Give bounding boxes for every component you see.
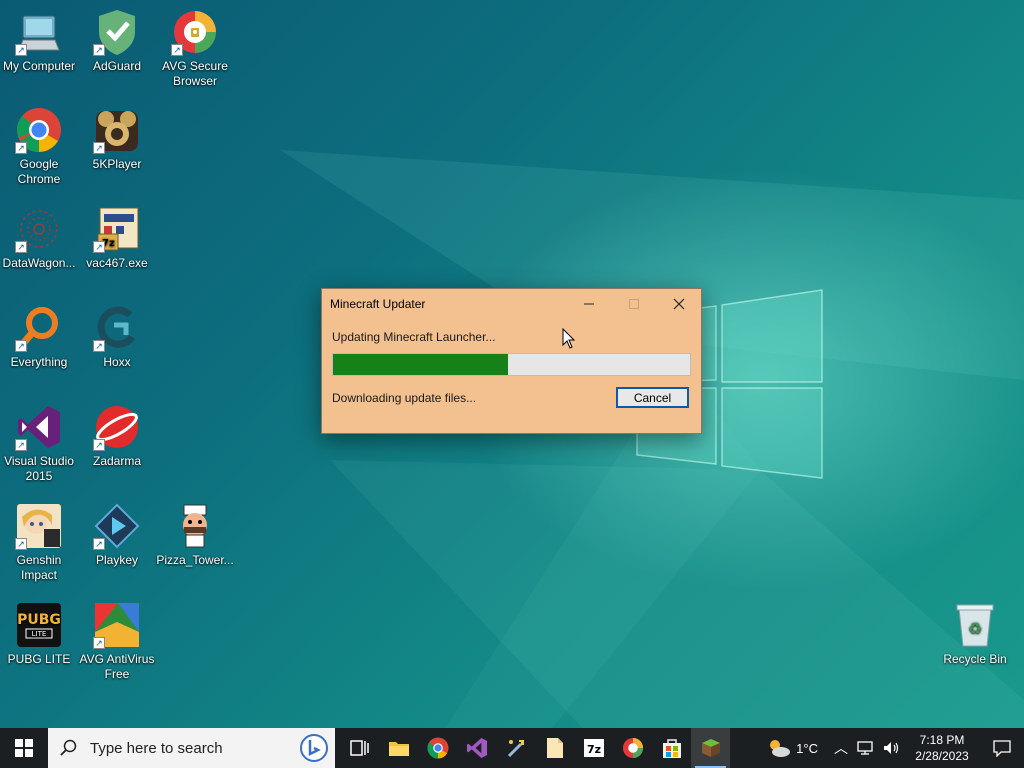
cancel-button[interactable]: Cancel: [616, 387, 689, 408]
dialog-titlebar[interactable]: Minecraft Updater: [322, 289, 701, 318]
progress-fill: [333, 354, 508, 375]
svg-text:7z: 7z: [586, 743, 600, 756]
desktop-icon-label: AdGuard: [92, 59, 142, 73]
datawagon-icon: ↗: [15, 205, 63, 253]
avg-antivirus-icon: ↗: [93, 601, 141, 649]
notification-center-button[interactable]: [980, 728, 1024, 768]
system-tray: 1°C ︿ 7:18 PM 2/28/2023: [766, 728, 1024, 768]
desktop-icon-label: My Computer: [2, 59, 76, 73]
search-placeholder: Type here to search: [90, 739, 223, 757]
chrome-taskbar-icon[interactable]: [418, 728, 457, 768]
maximize-icon: [628, 298, 639, 309]
maximize-button: [611, 289, 656, 318]
minimize-button[interactable]: [566, 289, 611, 318]
desktop-icon-label: Visual Studio 2015: [4, 454, 74, 483]
visual-studio-taskbar-icon[interactable]: [457, 728, 496, 768]
desktop-icon-vac467[interactable]: 7z ↗ vac467.exe: [78, 205, 156, 271]
notepad-icon[interactable]: [535, 728, 574, 768]
store-icon[interactable]: [652, 728, 691, 768]
dialog-title: Minecraft Updater: [330, 296, 426, 311]
desktop-icon-label: PUBG LITE: [7, 652, 71, 666]
show-hidden-icons-chevron-up-icon[interactable]: ︿: [834, 738, 848, 758]
svg-text:LITE: LITE: [32, 630, 47, 638]
desktop-icon-pubg-lite[interactable]: PUBG LITE PUBG LITE: [0, 601, 78, 667]
5kplayer-icon: ↗: [93, 106, 141, 154]
desktop-icon-label: AVG Secure Browser: [162, 59, 228, 88]
minimize-icon: [583, 303, 594, 304]
notification-icon: [993, 740, 1011, 757]
close-icon: [673, 298, 684, 309]
playkey-icon: ↗: [93, 502, 141, 550]
desktop-icon-my-computer[interactable]: ↗ My Computer: [0, 8, 78, 74]
desktop-icon-label: Hoxx: [103, 355, 131, 369]
avg-browser-icon: ↗: [171, 8, 219, 56]
everything-icon: ↗: [15, 304, 63, 352]
genshin-icon: ↗: [15, 502, 63, 550]
desktop-icon-label: Pizza_Tower...: [156, 553, 234, 567]
update-progress-bar: [332, 353, 691, 376]
desktop-icon-label: Recycle Bin: [943, 652, 1007, 666]
pizza-tower-icon: [171, 502, 219, 550]
desktop-icon-label: DataWagon...: [2, 256, 76, 270]
volume-icon[interactable]: [882, 740, 900, 756]
download-status-text: Downloading update files...: [332, 390, 477, 405]
desktop-icon-visual-studio-2015[interactable]: ↗ Visual Studio 2015: [0, 403, 78, 484]
desktop-icon-label: AVG AntiVirus Free: [79, 652, 155, 681]
pubg-icon: PUBG LITE: [15, 601, 63, 649]
desktop-icon-everything[interactable]: ↗ Everything: [0, 304, 78, 370]
update-status-text: Updating Minecraft Launcher...: [332, 330, 496, 344]
windows-start-icon: [15, 739, 33, 757]
hoxx-icon: ↗: [93, 304, 141, 352]
start-button[interactable]: [0, 728, 48, 768]
desktop-icon-label: Everything: [10, 355, 68, 369]
desktop-icon-pizza-tower[interactable]: Pizza_Tower...: [156, 502, 234, 568]
desktop-icon-avg-antivirus[interactable]: ↗ AVG AntiVirus Free: [78, 601, 156, 682]
tool-icon[interactable]: [496, 728, 535, 768]
desktop-icon-avg-secure-browser[interactable]: ↗ AVG Secure Browser: [156, 8, 234, 89]
svg-text:♻: ♻: [968, 619, 982, 638]
desktop-icon-5kplayer[interactable]: ↗ 5KPlayer: [78, 106, 156, 172]
visual-studio-icon: ↗: [15, 403, 63, 451]
minecraft-taskbar-icon[interactable]: [691, 728, 730, 768]
minecraft-updater-dialog: Minecraft Updater Updating Minecraft Lau…: [321, 288, 702, 434]
desktop-icon-label: Google Chrome: [17, 157, 61, 186]
computer-icon: ↗: [15, 8, 63, 56]
desktop-icon-recycle-bin[interactable]: ♻ Recycle Bin: [936, 601, 1014, 667]
search-icon: [60, 739, 77, 756]
close-button[interactable]: [656, 289, 701, 318]
desktop-icon-label: Playkey: [95, 553, 139, 567]
desktop-icon-datawagon[interactable]: ↗ DataWagon...: [0, 205, 78, 271]
adguard-icon: ↗: [93, 8, 141, 56]
desktop-icon-hoxx[interactable]: ↗ Hoxx: [78, 304, 156, 370]
network-icon[interactable]: [856, 740, 874, 756]
task-view-icon[interactable]: [340, 728, 379, 768]
desktop-icon-zadarma[interactable]: ↗ Zadarma: [78, 403, 156, 469]
desktop-icon-genshin-impact[interactable]: ↗ Genshin Impact: [0, 502, 78, 583]
clock-time: 7:18 PM: [919, 733, 965, 747]
chrome-icon: ↗: [15, 106, 63, 154]
zadarma-icon: ↗: [93, 403, 141, 451]
desktop-icon-adguard[interactable]: ↗ AdGuard: [78, 8, 156, 74]
clock[interactable]: 7:18 PM 2/28/2023: [904, 732, 980, 764]
7zip-icon[interactable]: 7z: [574, 728, 613, 768]
desktop-icon-google-chrome[interactable]: ↗ Google Chrome: [0, 106, 78, 187]
bing-icon[interactable]: [299, 733, 329, 763]
clock-date: 2/28/2023: [915, 749, 969, 763]
avg-browser-taskbar-icon[interactable]: [613, 728, 652, 768]
desktop-icon-label: 5KPlayer: [92, 157, 142, 171]
weather-icon[interactable]: [766, 737, 792, 759]
weather-temperature[interactable]: 1°C: [796, 741, 818, 756]
taskbar: Type here to search 7z 1°C ︿ 7:18 PM 2/2…: [0, 728, 1024, 768]
desktop-icon-label: Zadarma: [92, 454, 142, 468]
svg-text:PUBG: PUBG: [17, 612, 61, 628]
mouse-cursor-icon: [562, 328, 576, 349]
desktop-icon-label: Genshin Impact: [16, 553, 62, 582]
taskbar-search-box[interactable]: Type here to search: [48, 728, 335, 768]
recycle-bin-icon: ♻: [951, 601, 999, 649]
file-explorer-icon[interactable]: [379, 728, 418, 768]
vac467-icon: 7z ↗: [93, 205, 141, 253]
desktop-icon-playkey[interactable]: ↗ Playkey: [78, 502, 156, 568]
desktop-icon-label: vac467.exe: [86, 256, 148, 270]
